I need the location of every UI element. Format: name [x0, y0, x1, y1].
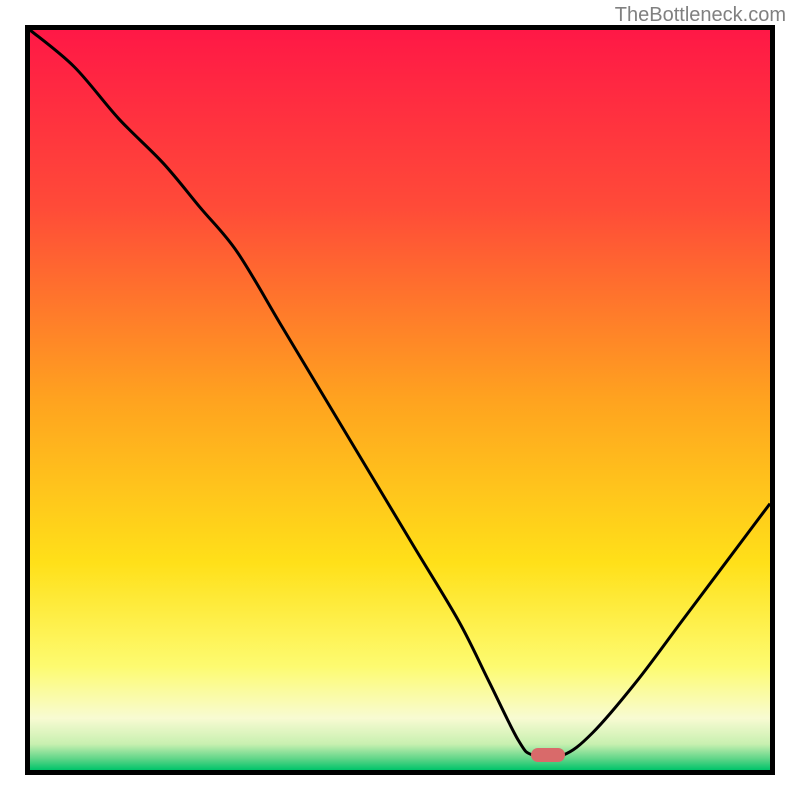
bottleneck-curve — [30, 30, 770, 770]
chart-plot-area — [25, 25, 775, 775]
optimum-marker — [531, 748, 565, 762]
watermark-text: TheBottleneck.com — [615, 4, 786, 27]
